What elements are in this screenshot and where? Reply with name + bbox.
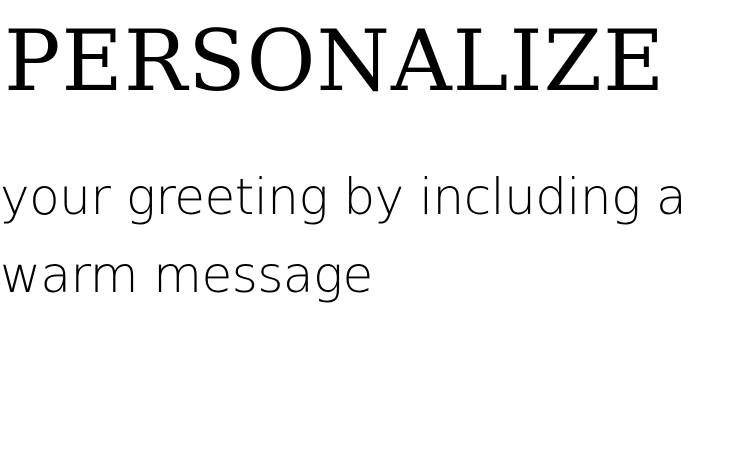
greeting-card-panel: PERSONALIZE your greeting by including a… [0,0,750,450]
headline: PERSONALIZE [4,12,666,110]
body-text: your greeting by including a warm messag… [0,168,687,304]
